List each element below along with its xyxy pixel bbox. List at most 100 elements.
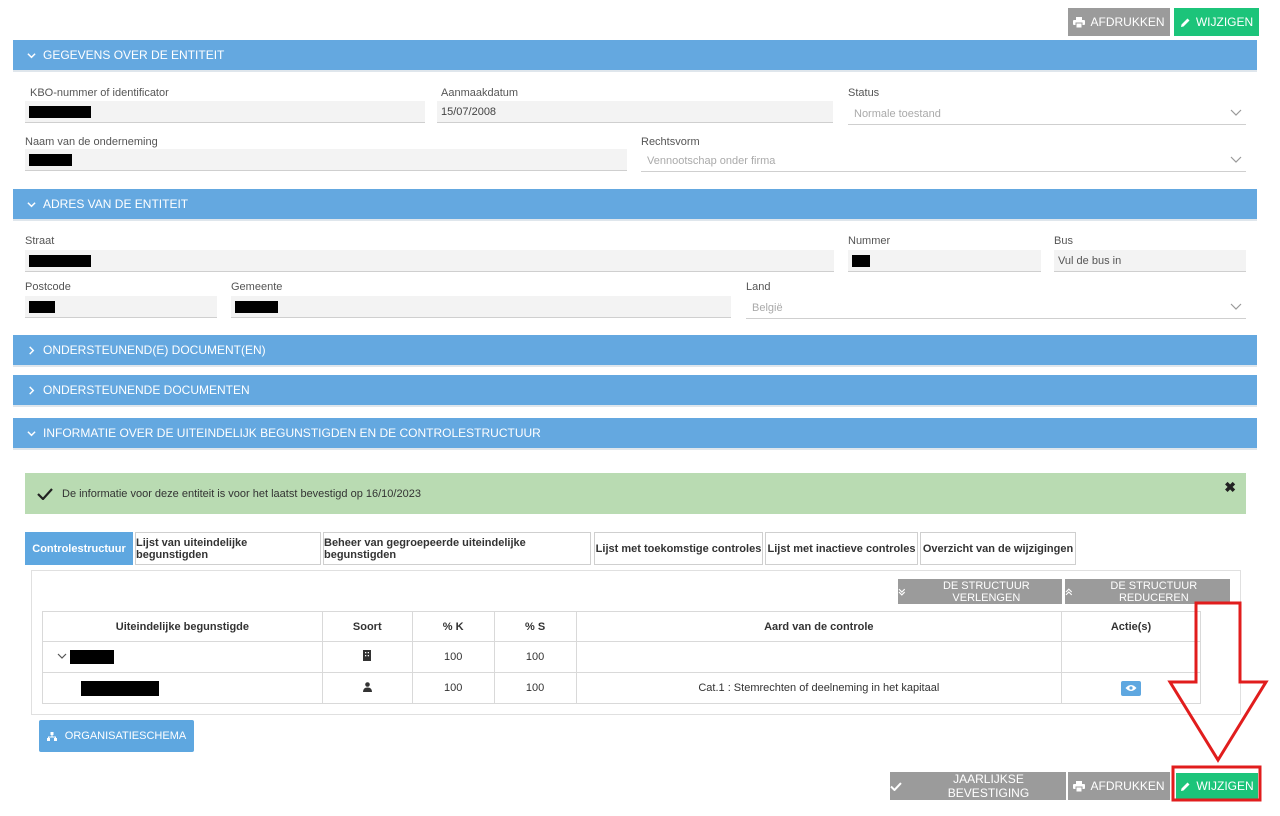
section-title: GEGEVENS OVER DE ENTITEIT bbox=[43, 48, 225, 62]
print-label: AFDRUKKEN bbox=[1090, 15, 1165, 29]
legal-form-select[interactable]: Vennootschap onder firma bbox=[641, 150, 1246, 172]
check-icon bbox=[890, 781, 902, 791]
street-label: Straat bbox=[25, 235, 55, 247]
red-highlight-box bbox=[1171, 765, 1262, 802]
print-label: AFDRUKKEN bbox=[1090, 779, 1165, 793]
redacted-value bbox=[29, 254, 91, 267]
double-chevron-down-icon bbox=[898, 588, 906, 596]
table-row: 100 100 Cat.1 : Stemrechten of deelnemin… bbox=[42, 672, 1201, 704]
chevron-down-icon[interactable] bbox=[57, 653, 67, 661]
tab-grouped-beneficiaries[interactable]: Beheer van gegroepeerde uiteindelijke be… bbox=[323, 532, 591, 565]
k-cell: 100 bbox=[411, 641, 495, 673]
annual-confirmation-button[interactable]: JAARLIJKSE BEVESTIGING bbox=[890, 772, 1066, 800]
municipality-field[interactable] bbox=[231, 296, 731, 318]
status-select[interactable]: Normale toestand bbox=[848, 103, 1246, 125]
print-button-top[interactable]: AFDRUKKEN bbox=[1068, 8, 1170, 36]
tab-future-controls[interactable]: Lijst met toekomstige controles bbox=[594, 532, 763, 565]
postcode-field[interactable] bbox=[25, 296, 217, 318]
chevron-down-icon bbox=[1230, 109, 1242, 116]
col-k: % K bbox=[411, 611, 495, 642]
print-button-bottom[interactable]: AFDRUKKEN bbox=[1068, 772, 1170, 800]
edit-label: WIJZIGEN bbox=[1195, 15, 1254, 29]
col-s: % S bbox=[493, 611, 577, 642]
chevron-down-icon bbox=[27, 52, 36, 58]
section-title: ONDERSTEUNENDE DOCUMENTEN bbox=[43, 383, 250, 397]
redacted-value bbox=[70, 650, 115, 664]
org-chart-button[interactable]: ORGANISATIESCHEMA bbox=[39, 720, 194, 752]
number-field[interactable] bbox=[848, 250, 1041, 272]
view-button[interactable] bbox=[1121, 680, 1142, 696]
section-supporting-documents-1[interactable]: ONDERSTEUNEND(E) DOCUMENT(EN) bbox=[13, 335, 1257, 365]
country-value: België bbox=[752, 301, 783, 314]
kbo-field[interactable] bbox=[25, 101, 425, 123]
chevron-down-icon bbox=[27, 201, 36, 207]
printer-icon bbox=[1073, 780, 1086, 792]
number-label: Nummer bbox=[848, 235, 891, 247]
sitemap-icon bbox=[46, 731, 57, 741]
tab-inactive-controls[interactable]: Lijst met inactieve controles bbox=[765, 532, 918, 565]
confirmation-alert: De informatie voor deze entiteit is voor… bbox=[25, 473, 1246, 514]
kbo-label: KBO-nummer of identificator bbox=[30, 87, 169, 99]
nature-cell bbox=[575, 641, 1063, 673]
section-entity-data[interactable]: GEGEVENS OVER DE ENTITEIT bbox=[13, 40, 1257, 70]
redacted-value bbox=[852, 254, 870, 267]
s-cell: 100 bbox=[493, 641, 577, 673]
legal-form-value: Vennootschap onder firma bbox=[647, 154, 776, 167]
double-chevron-up-icon bbox=[1065, 587, 1073, 595]
extend-label: DE STRUCTUUR VERLENGEN bbox=[942, 579, 1030, 604]
country-label: Land bbox=[746, 281, 771, 293]
chevron-down-icon bbox=[1230, 156, 1242, 163]
annotation-arrow-overlay bbox=[1167, 601, 1269, 802]
redacted-value bbox=[29, 300, 55, 313]
section-supporting-documents-2[interactable]: ONDERSTEUNENDE DOCUMENTEN bbox=[13, 375, 1257, 405]
bus-field[interactable]: Vul de bus in bbox=[1054, 250, 1246, 272]
col-beneficiary: Uiteindelijke begunstigde bbox=[42, 611, 323, 642]
s-cell: 100 bbox=[493, 672, 577, 704]
section-entity-address[interactable]: ADRES VAN DE ENTITEIT bbox=[13, 189, 1257, 219]
tab-changes-overview[interactable]: Overzicht van de wijzigingen bbox=[920, 532, 1076, 565]
org-chart-label: ORGANISATIESCHEMA bbox=[64, 730, 187, 742]
type-cell bbox=[321, 672, 413, 704]
status-value: Normale toestand bbox=[854, 107, 941, 120]
company-name-field[interactable] bbox=[25, 149, 627, 171]
type-cell bbox=[321, 641, 413, 673]
company-name-label: Naam van de onderneming bbox=[25, 136, 158, 148]
chevron-down-icon bbox=[1230, 303, 1242, 310]
postcode-label: Postcode bbox=[25, 281, 71, 293]
chevron-down-icon bbox=[27, 430, 36, 436]
legal-form-label: Rechtsvorm bbox=[641, 136, 700, 148]
country-select[interactable]: België bbox=[746, 297, 1246, 319]
extend-structure-button[interactable]: DE STRUCTUUR VERLENGEN bbox=[898, 579, 1062, 604]
table-row: 100 100 bbox=[42, 641, 1201, 673]
redacted-value bbox=[235, 300, 278, 313]
printer-icon bbox=[1073, 16, 1086, 28]
edit-button-top[interactable]: WIJZIGEN bbox=[1174, 8, 1259, 36]
close-icon[interactable]: ✖ bbox=[1224, 479, 1236, 496]
section-title: ONDERSTEUNEND(E) DOCUMENT(EN) bbox=[43, 343, 266, 357]
beneficiary-cell bbox=[42, 641, 323, 673]
status-label: Status bbox=[848, 87, 880, 99]
bus-label: Bus bbox=[1054, 235, 1073, 247]
pencil-icon bbox=[1180, 18, 1190, 27]
building-icon bbox=[363, 650, 372, 661]
nature-cell: Cat.1 : Stemrechten of deelneming in het… bbox=[575, 672, 1063, 704]
section-title: ADRES VAN DE ENTITEIT bbox=[43, 197, 189, 211]
eye-icon bbox=[1125, 685, 1137, 691]
created-field[interactable]: 15/07/2008 bbox=[437, 101, 833, 123]
section-beneficiaries-info[interactable]: INFORMATIE OVER DE UITEINDELIJK BEGUNSTI… bbox=[13, 418, 1257, 448]
street-field[interactable] bbox=[25, 250, 834, 272]
tab-controlestructuur[interactable]: Controlestructuur bbox=[25, 532, 133, 565]
beneficiary-cell bbox=[42, 672, 323, 704]
col-control-nature: Aard van de controle bbox=[575, 611, 1063, 642]
municipality-label: Gemeente bbox=[231, 281, 283, 293]
person-icon bbox=[362, 681, 372, 692]
chevron-right-icon bbox=[29, 385, 35, 395]
red-arrow-icon bbox=[1167, 601, 1269, 763]
chevron-right-icon bbox=[29, 345, 35, 355]
tab-beneficiaries-list[interactable]: Lijst van uiteindelijke begunstigden bbox=[135, 532, 321, 565]
redacted-value bbox=[81, 680, 159, 696]
table-header-row: Uiteindelijke begunstigde Soort % K % S … bbox=[42, 611, 1201, 642]
section-title: INFORMATIE OVER DE UITEINDELIJK BEGUNSTI… bbox=[43, 426, 541, 440]
redacted-value bbox=[29, 105, 91, 118]
check-icon bbox=[37, 487, 53, 500]
